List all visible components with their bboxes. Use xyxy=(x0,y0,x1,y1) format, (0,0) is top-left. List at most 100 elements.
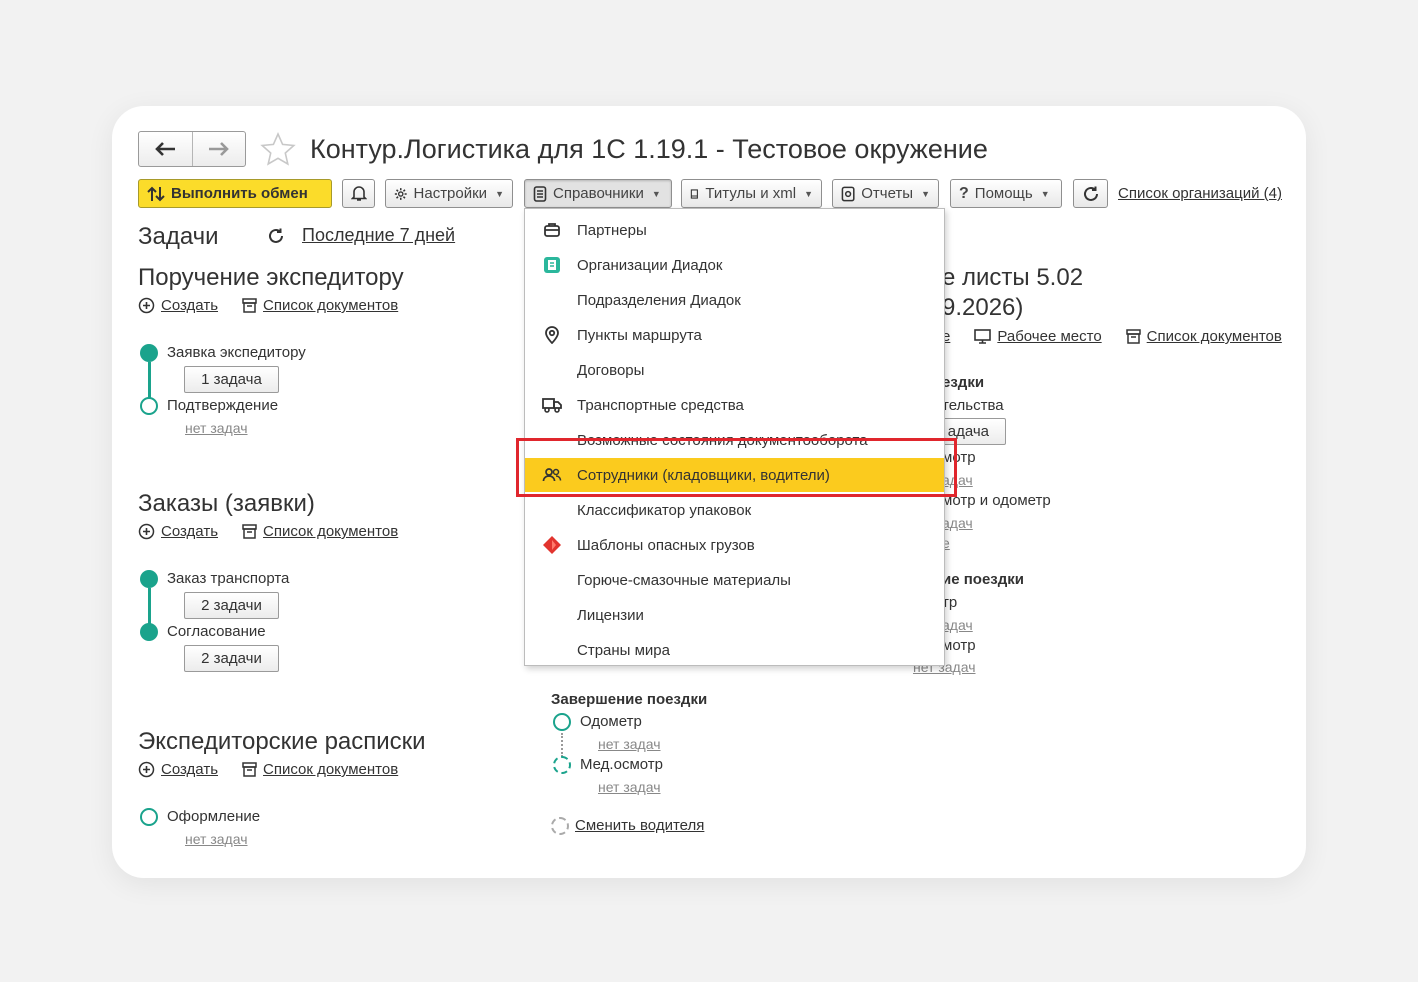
forward-button[interactable] xyxy=(191,132,246,166)
menu-item-label: Организации Диадок xyxy=(577,256,723,274)
report-icon xyxy=(841,186,855,201)
create-link[interactable]: Создать xyxy=(161,523,218,540)
menu-item-licenses[interactable]: Лицензии xyxy=(525,598,944,632)
titles-xml-label: Титулы и xml xyxy=(705,185,797,202)
menu-item-hazard-templates[interactable]: Шаблоны опасных грузов xyxy=(525,528,944,562)
plus-circle-icon xyxy=(138,297,155,314)
settings-label: Настройки xyxy=(413,185,488,202)
step-complete-dot xyxy=(140,344,158,362)
reports-button[interactable]: Отчеты ▼ xyxy=(832,179,939,208)
step-pending-dot xyxy=(553,713,571,731)
titles-xml-button[interactable]: Титулы и xml ▼ xyxy=(681,179,822,208)
diadoc-org-icon xyxy=(542,255,562,275)
plus-circle-icon xyxy=(138,523,155,540)
forwarding-actions: Создать Список документов xyxy=(138,297,398,314)
step-complete-dot xyxy=(140,570,158,588)
menu-item-vehicles[interactable]: Транспортные средства xyxy=(525,388,944,422)
step-label: тельства xyxy=(942,397,1004,414)
hazard-icon xyxy=(542,535,562,555)
step-connector xyxy=(148,362,151,398)
menu-item-diadoc-departments[interactable]: Подразделения Диадок xyxy=(525,283,944,317)
step-pending-dot xyxy=(140,808,158,826)
menu-item-label: Страны мира xyxy=(577,641,670,659)
step-optional-dot xyxy=(553,756,571,774)
menu-item-label: Транспортные средства xyxy=(577,396,744,414)
tasks-link[interactable]: адач xyxy=(942,617,973,633)
menu-item-partners[interactable]: Партнеры xyxy=(525,213,944,247)
settings-button[interactable]: Настройки ▼ xyxy=(385,179,513,208)
menu-item-label: Подразделения Диадок xyxy=(577,291,741,309)
workplace-link[interactable]: Рабочее место xyxy=(997,328,1101,345)
notifications-button[interactable] xyxy=(342,179,375,208)
waybills-actions: е Рабочее место Список документов xyxy=(942,328,1282,345)
no-tasks-link[interactable]: нет задач xyxy=(185,420,248,436)
step-label: Согласование xyxy=(167,623,266,640)
arrow-right-icon xyxy=(208,142,229,156)
menu-item-label: Шаблоны опасных грузов xyxy=(577,536,755,554)
tasks-link[interactable]: адач xyxy=(942,515,973,531)
end-trip-title: Завершение поездки xyxy=(551,691,708,708)
tasks-count-button[interactable]: 2 задачи xyxy=(184,645,279,672)
tasks-count-button[interactable]: 2 задачи xyxy=(184,592,279,619)
menu-item-label: Договоры xyxy=(577,361,645,379)
directories-label: Справочники xyxy=(553,185,644,202)
change-driver-link[interactable]: Сменить водителя xyxy=(575,817,704,834)
archive-icon xyxy=(242,762,257,777)
nav-buttons xyxy=(138,131,246,167)
exchange-arrows-icon xyxy=(147,186,165,201)
create-link[interactable]: Создать xyxy=(161,297,218,314)
menu-item-packaging[interactable]: Классификатор упаковок xyxy=(525,493,944,527)
step-connector xyxy=(148,588,151,624)
archive-icon xyxy=(242,298,257,313)
archive-icon xyxy=(242,524,257,539)
exchange-label: Выполнить обмен xyxy=(171,185,308,202)
directory-icon xyxy=(533,185,547,202)
period-link[interactable]: Последние 7 дней xyxy=(302,225,455,246)
menu-item-label: Лицензии xyxy=(577,606,644,624)
waybills-period: 9.2026) xyxy=(942,294,1024,321)
no-tasks-link[interactable]: нет задач xyxy=(598,779,661,795)
exchange-button[interactable]: Выполнить обмен xyxy=(138,179,332,208)
directories-button[interactable]: Справочники ▼ xyxy=(524,179,672,208)
waybills-title: е листы 5.02 xyxy=(942,264,1084,291)
document-list-link[interactable]: Список документов xyxy=(263,297,398,314)
book-icon xyxy=(690,188,698,199)
menu-item-label: Классификатор упаковок xyxy=(577,501,752,519)
menu-item-countries[interactable]: Страны мира xyxy=(525,633,944,667)
orders-title: Заказы (заявки) xyxy=(138,490,315,517)
step-connector xyxy=(561,733,563,757)
menu-item-label: Пункты маршрута xyxy=(577,326,702,344)
monitor-icon xyxy=(974,329,992,344)
receipts-actions: Создать Список документов xyxy=(138,761,398,778)
no-tasks-link[interactable]: нет задач xyxy=(598,736,661,752)
menu-item-diadoc-orgs[interactable]: Организации Диадок xyxy=(525,248,944,282)
create-link[interactable]: Создать xyxy=(161,761,218,778)
refresh-button[interactable] xyxy=(1073,179,1108,208)
change-driver-icon xyxy=(551,817,569,835)
document-list-link[interactable]: Список документов xyxy=(263,761,398,778)
favorite-star-icon[interactable] xyxy=(260,132,296,166)
tasks-count-button[interactable]: 1 задача xyxy=(184,366,279,393)
help-label: Помощь xyxy=(974,185,1033,202)
document-list-link[interactable]: Список документов xyxy=(263,523,398,540)
step-pending-dot xyxy=(140,397,158,415)
chevron-down-icon: ▼ xyxy=(1040,188,1050,199)
menu-item-contracts[interactable]: Договоры xyxy=(525,353,944,387)
menu-item-route-points[interactable]: Пункты маршрута xyxy=(525,318,944,352)
document-list-link[interactable]: Список документов xyxy=(1147,328,1282,345)
step-label: Подтверждение xyxy=(167,397,279,414)
archive-icon xyxy=(1125,329,1141,344)
main-window: Контур.Логистика для 1С 1.19.1 - Тестово… xyxy=(112,106,1306,878)
chevron-down-icon: ▼ xyxy=(651,188,661,199)
chevron-down-icon: ▼ xyxy=(921,188,930,199)
back-button[interactable] xyxy=(139,132,192,166)
chevron-down-icon: ▼ xyxy=(495,188,504,199)
no-tasks-link[interactable]: нет задач xyxy=(185,831,248,847)
highlight-frame xyxy=(516,438,957,497)
reports-label: Отчеты xyxy=(861,185,914,202)
organizations-list-link[interactable]: Список организаций (4) xyxy=(1118,185,1282,202)
refresh-icon[interactable] xyxy=(267,227,285,245)
menu-item-label: Партнеры xyxy=(577,221,647,239)
help-button[interactable]: ? Помощь ▼ xyxy=(950,179,1062,208)
menu-item-fuel-lubricants[interactable]: Горюче-смазочные материалы xyxy=(525,563,944,597)
